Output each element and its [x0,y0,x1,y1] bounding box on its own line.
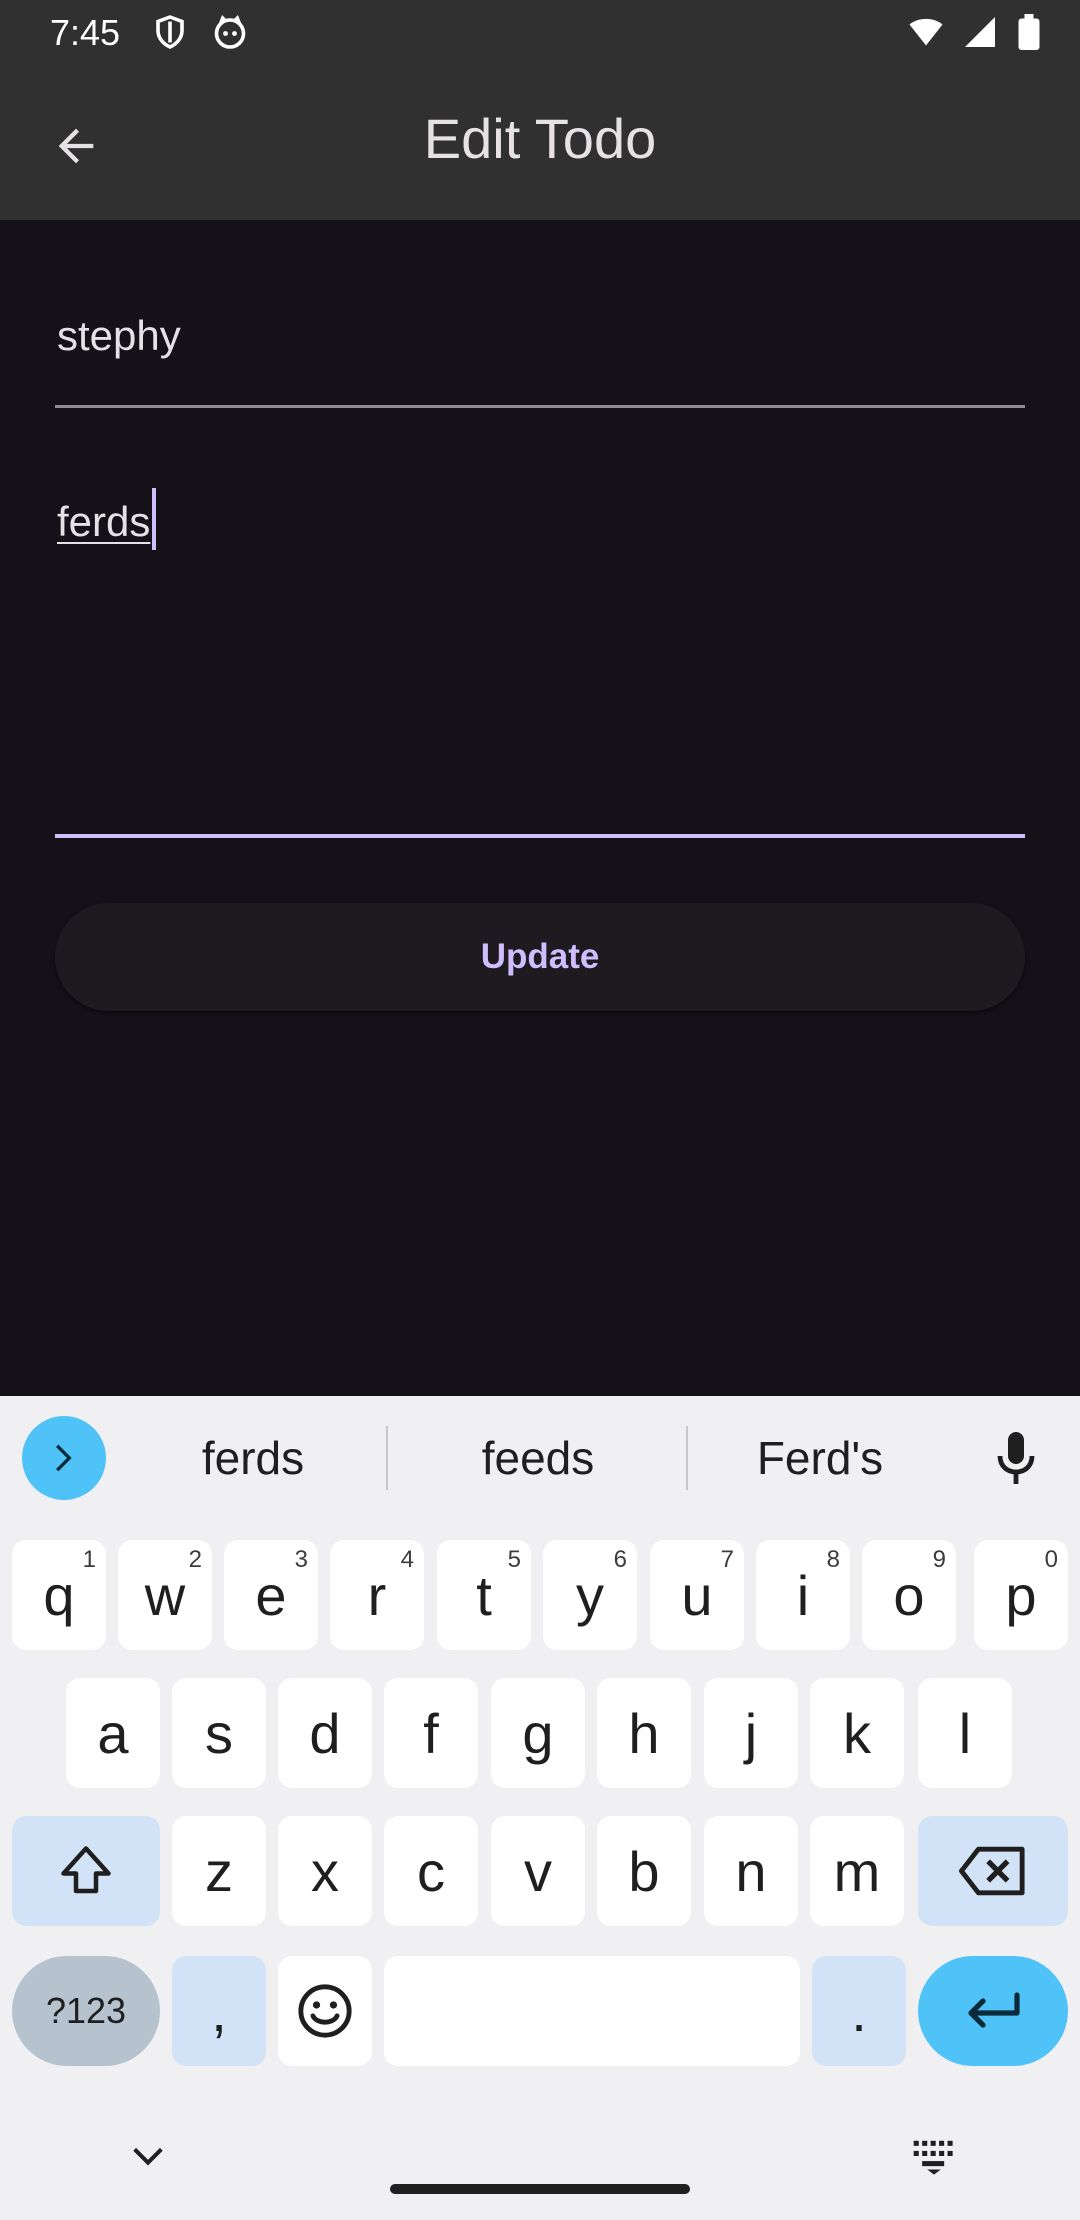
shield-icon [156,15,184,49]
emoji-icon [298,1984,352,2038]
suggestion-1[interactable]: ferds [118,1416,388,1500]
status-bar: 7:45 [0,0,1080,66]
key-f[interactable]: f [384,1678,478,1788]
key-b[interactable]: b [597,1816,691,1926]
emoji-key[interactable] [278,1956,372,2066]
title-input[interactable]: stephy [57,312,181,360]
key-v[interactable]: v [491,1816,585,1926]
key-d[interactable]: d [278,1678,372,1788]
text-cursor [152,488,157,550]
status-time: 7:45 [50,12,121,53]
suggestion-divider [686,1426,688,1490]
suggestion-2[interactable]: feeds [390,1416,686,1500]
backspace-key[interactable] [918,1816,1068,1926]
home-indicator[interactable] [390,2184,690,2194]
signal-icon [965,17,995,47]
enter-icon [968,1992,1020,2028]
key-x[interactable]: x [278,1816,372,1926]
key-a[interactable]: a [66,1678,160,1788]
app-bar: Edit Todo [0,66,1080,220]
key-p[interactable]: p0 [974,1540,1068,1650]
key-s[interactable]: s [172,1678,266,1788]
key-e[interactable]: e3 [224,1540,318,1650]
key-c[interactable]: c [384,1816,478,1926]
suggestion-divider [386,1426,388,1490]
shift-key[interactable] [12,1816,160,1926]
description-text: ferds [57,498,151,545]
enter-key[interactable] [918,1956,1068,2066]
key-z[interactable]: z [172,1816,266,1926]
shift-icon [61,1846,111,1894]
key-g[interactable]: g [491,1678,585,1788]
key-w[interactable]: w2 [118,1540,212,1650]
chevron-right-icon [56,1444,72,1472]
update-button[interactable]: Update [55,903,1025,1011]
key-j[interactable]: j [704,1678,798,1788]
key-u[interactable]: u7 [650,1540,744,1650]
hide-keyboard-icon[interactable] [128,2136,168,2176]
keyboard-switch-icon[interactable] [912,2136,956,2176]
comma-key[interactable]: , [172,1956,266,2066]
symbols-key[interactable]: ?123 [12,1956,160,2066]
soft-keyboard: ferds feeds Ferd's q1 w2 e3 r4 t5 y6 u7 … [0,1396,1080,2220]
battery-icon [1018,14,1040,50]
page-title: Edit Todo [423,107,657,170]
key-q[interactable]: q1 [12,1540,106,1650]
period-key[interactable]: . [812,1956,906,2066]
key-l[interactable]: l [918,1678,1012,1788]
key-y[interactable]: y6 [543,1540,637,1650]
key-i[interactable]: i8 [756,1540,850,1650]
space-key[interactable] [384,1956,800,2066]
backspace-icon [959,1846,1025,1896]
toolbar-expand-button[interactable] [22,1416,106,1500]
voice-input-button[interactable] [980,1422,1052,1494]
key-n[interactable]: n [704,1816,798,1926]
microphone-icon [997,1432,1035,1484]
key-h[interactable]: h [597,1678,691,1788]
key-r[interactable]: r4 [330,1540,424,1650]
title-field[interactable]: stephy [55,300,1025,408]
description-field[interactable]: ferds [55,470,1025,838]
key-t[interactable]: t5 [437,1540,531,1650]
wifi-icon [909,18,943,46]
key-k[interactable]: k [810,1678,904,1788]
suggestion-strip: ferds feeds Ferd's [0,1396,1080,1516]
suggestion-3[interactable]: Ferd's [690,1416,950,1500]
cat-icon [214,14,246,49]
description-input[interactable]: ferds [57,488,157,550]
key-o[interactable]: o9 [862,1540,956,1650]
key-m[interactable]: m [810,1816,904,1926]
